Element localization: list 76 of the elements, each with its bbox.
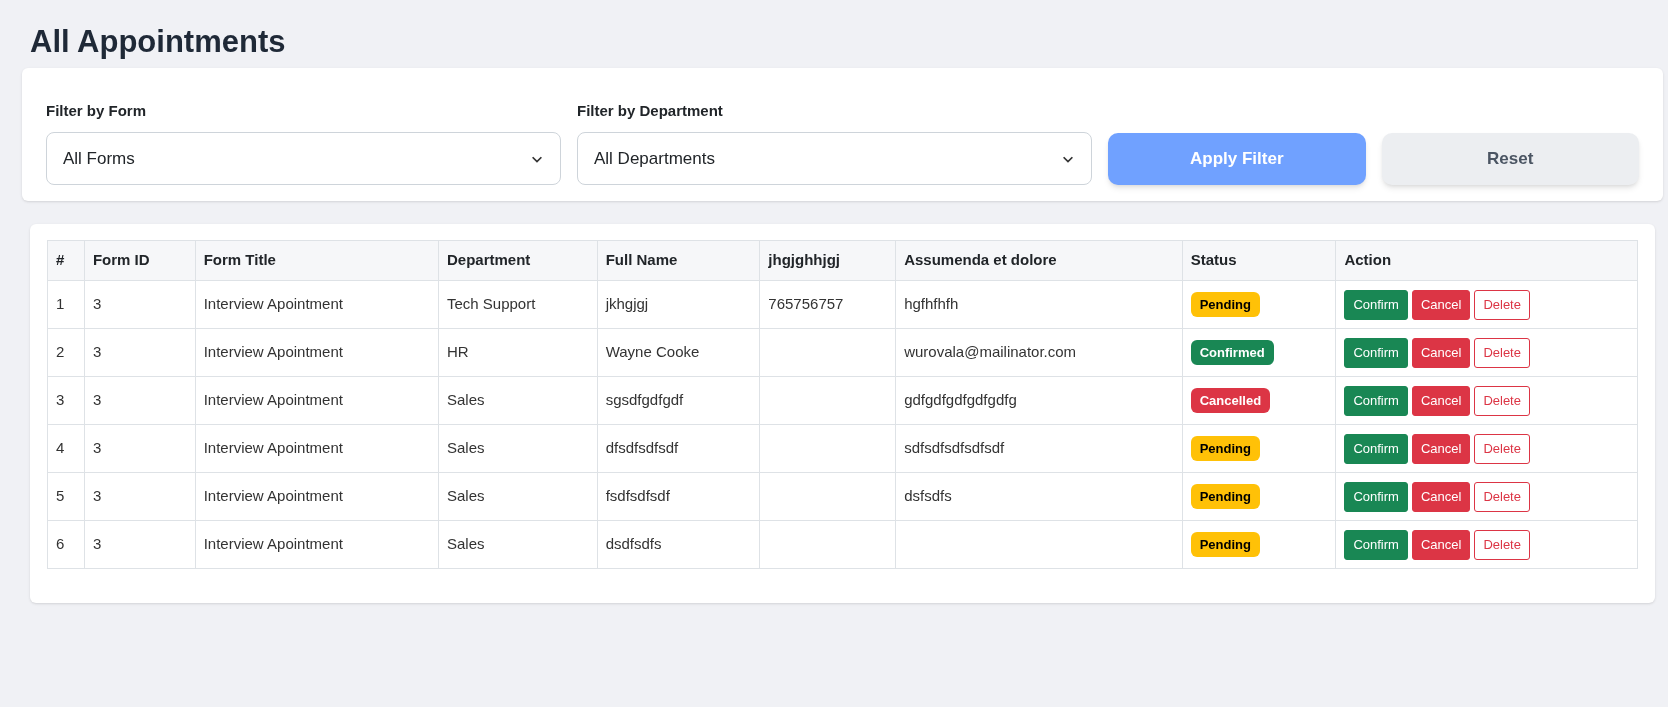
cancel-button[interactable]: Cancel [1411, 385, 1471, 416]
table-cell: Wayne Cooke [597, 328, 760, 377]
page-title: All Appointments [29, 23, 287, 61]
table-cell: Sales [438, 424, 598, 473]
table-cell: fsdfsdfsdf [597, 472, 760, 521]
status-badge: Cancelled [1190, 387, 1271, 414]
status-badge: Pending [1190, 435, 1260, 462]
delete-button[interactable]: Delete [1474, 337, 1530, 368]
confirm-button[interactable]: Confirm [1344, 289, 1408, 320]
table-cell: 5 [47, 472, 85, 521]
status-badge: Pending [1190, 483, 1260, 510]
filter-label: Filter by Department [577, 100, 723, 121]
cancel-button[interactable]: Cancel [1411, 433, 1471, 464]
column-header: Form Title [195, 240, 439, 281]
table-cell: Sales [438, 376, 598, 425]
filter-label: Filter by Form [46, 100, 146, 121]
table-cell: Interview Apointment [195, 520, 439, 569]
table-cell: 6 [47, 520, 85, 569]
table-cell: 1 [47, 280, 85, 329]
column-header: Status [1182, 240, 1336, 281]
table-cell: Interview Apointment [195, 424, 439, 473]
table-cell: 4 [47, 424, 85, 473]
table-cell: HR [438, 328, 598, 377]
status-badge: Pending [1190, 531, 1260, 558]
table-cell: hgfhfhfh [895, 280, 1183, 329]
table-cell: Interview Apointment [195, 472, 439, 521]
table-cell: 3 [84, 280, 196, 329]
cancel-button[interactable]: Cancel [1411, 289, 1471, 320]
apply-filter-button[interactable]: Apply Filter [1108, 133, 1366, 185]
table-cell: Interview Apointment [195, 376, 439, 425]
column-header: Action [1335, 240, 1638, 281]
confirm-button[interactable]: Confirm [1344, 529, 1408, 560]
table-cell: Sales [438, 472, 598, 521]
column-header: Assumenda et dolore [895, 240, 1183, 281]
confirm-button[interactable]: Confirm [1344, 385, 1408, 416]
column-header: Form ID [84, 240, 196, 281]
confirm-button[interactable]: Confirm [1344, 481, 1408, 512]
table-cell: dfsdfsdfsdf [597, 424, 760, 473]
delete-button[interactable]: Delete [1474, 385, 1530, 416]
table-cell: gdfgdfgdfgdfgdfg [895, 376, 1183, 425]
table-cell: 3 [84, 328, 196, 377]
table-cell: dsdfsdfs [597, 520, 760, 569]
delete-button[interactable]: Delete [1474, 481, 1530, 512]
table-cell: 3 [84, 376, 196, 425]
table-cell: sdfsdfsdfsdfsdf [895, 424, 1183, 473]
table-cell: 765756757 [759, 280, 896, 329]
delete-button[interactable]: Delete [1474, 529, 1530, 560]
column-header: # [47, 240, 85, 281]
delete-button[interactable]: Delete [1474, 289, 1530, 320]
table-cell: 3 [84, 424, 196, 473]
delete-button[interactable]: Delete [1474, 433, 1530, 464]
filter-select[interactable]: All Departments [577, 132, 1092, 185]
table-cell: 3 [84, 472, 196, 521]
table-cell: 3 [84, 520, 196, 569]
filter-select[interactable]: All Forms [46, 132, 561, 185]
table-cell: wurovala@mailinator.com [895, 328, 1183, 377]
table-cell: 2 [47, 328, 85, 377]
table-cell: Interview Apointment [195, 328, 439, 377]
table-cell: sgsdfgdfgdf [597, 376, 760, 425]
status-badge: Pending [1190, 291, 1260, 318]
table-cell: Interview Apointment [195, 280, 439, 329]
table-cell: Tech Support [438, 280, 598, 329]
table-cell: 3 [47, 376, 85, 425]
column-header: jhgjghhjgj [759, 240, 896, 281]
reset-button[interactable]: Reset [1381, 133, 1639, 185]
column-header: Full Name [597, 240, 760, 281]
table-cell: Sales [438, 520, 598, 569]
cancel-button[interactable]: Cancel [1411, 337, 1471, 368]
confirm-button[interactable]: Confirm [1344, 433, 1408, 464]
table-cell: jkhgjgj [597, 280, 760, 329]
column-header: Department [438, 240, 598, 281]
cancel-button[interactable]: Cancel [1411, 529, 1471, 560]
status-badge: Confirmed [1190, 339, 1274, 366]
cancel-button[interactable]: Cancel [1411, 481, 1471, 512]
table-cell: dsfsdfs [895, 472, 1183, 521]
confirm-button[interactable]: Confirm [1344, 337, 1408, 368]
